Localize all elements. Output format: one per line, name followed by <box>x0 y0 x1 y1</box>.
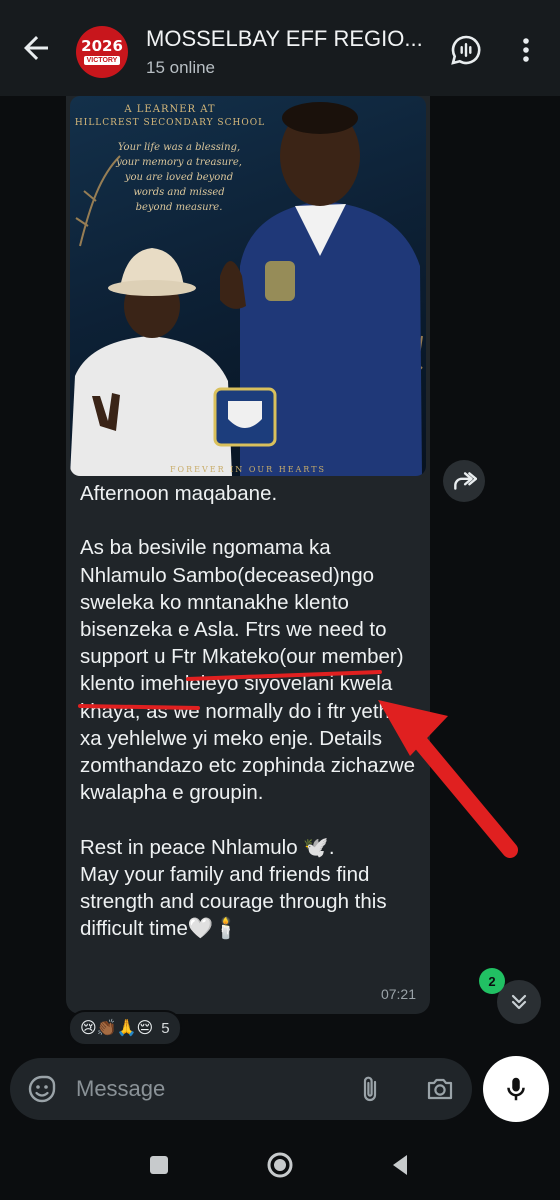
memorial-illustration <box>70 102 423 476</box>
group-avatar[interactable]: 2026 VICTORY <box>76 26 128 78</box>
message-bubble[interactable]: A LEARNER AT HILLCREST SECONDARY SCHOOL … <box>66 96 430 1014</box>
message-composer[interactable]: Message <box>10 1058 472 1120</box>
nav-circle-icon[interactable] <box>265 1150 295 1180</box>
chevron-double-down-icon <box>511 994 527 1010</box>
message-text: Afternoon maqabane. As ba besivile ngoma… <box>80 482 416 941</box>
attach-icon[interactable] <box>354 1073 386 1105</box>
voice-chat-icon[interactable] <box>450 34 482 66</box>
reaction-bar[interactable]: 😢👏🏾🙏😔 5 <box>68 1010 182 1046</box>
sticker-icon[interactable] <box>26 1073 58 1105</box>
more-vert-icon[interactable] <box>510 34 542 66</box>
voice-record-button[interactable] <box>483 1056 549 1122</box>
mic-icon <box>507 1077 525 1101</box>
reaction-emojis: 😢👏🏾🙏😔 <box>80 1020 154 1037</box>
avatar-banner: VICTORY <box>83 56 121 65</box>
message-input[interactable]: Message <box>76 1076 165 1102</box>
photo-footer: FOREVER IN OUR HEARTS <box>169 465 327 474</box>
memorial-photo[interactable]: A LEARNER AT HILLCREST SECONDARY SCHOOL … <box>70 96 426 476</box>
back-arrow-icon[interactable] <box>18 30 54 66</box>
chat-title[interactable]: MOSSELBAY EFF REGIO... <box>146 26 423 52</box>
forward-icon <box>454 472 477 490</box>
chat-area[interactable]: A LEARNER AT HILLCREST SECONDARY SCHOOL … <box>0 96 560 1054</box>
forward-button[interactable] <box>443 460 485 502</box>
nav-back-icon[interactable] <box>385 1150 415 1180</box>
reaction-count: 5 <box>161 1019 170 1037</box>
online-status: 15 online <box>146 58 216 77</box>
system-nav-bar <box>0 1130 560 1200</box>
chat-header: 2026 VICTORY MOSSELBAY EFF REGIO... 15 o… <box>0 0 560 96</box>
camera-icon[interactable] <box>424 1073 456 1105</box>
nav-square-icon[interactable] <box>144 1150 174 1180</box>
unread-badge: 2 <box>479 968 505 994</box>
message-time: 07:21 <box>380 986 416 1002</box>
